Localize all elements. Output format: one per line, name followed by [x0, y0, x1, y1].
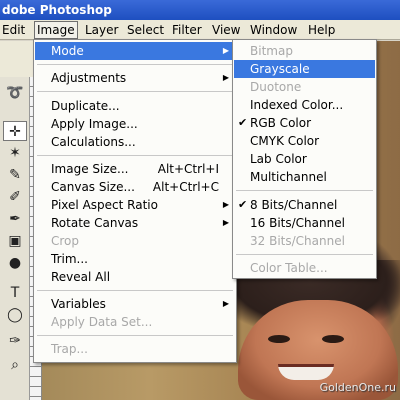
check-icon: ✔ [238, 198, 248, 211]
menu-bar: Edit Image Layer Select Filter View Wind… [0, 20, 400, 40]
menu-item-calculations[interactable]: Calculations... [35, 133, 235, 151]
left-eye [268, 335, 290, 343]
image-menu: Mode ▶ Adjustments ▶ Duplicate... Apply … [33, 39, 237, 363]
menu-item-rotate-canvas[interactable]: Rotate Canvas ▶ [35, 214, 235, 232]
mode-item-color-table[interactable]: Color Table... [234, 259, 375, 277]
mode-item-16-bits[interactable]: 16 Bits/Channel [234, 214, 375, 232]
menu-separator [37, 335, 233, 336]
submenu-arrow-icon: ▶ [222, 299, 229, 308]
toolbox: ➰ ✛ ✶ ✎ ✐ ✒ ▣ ● T ◯ ✑ ⌕ [0, 77, 30, 400]
menu-item-mode[interactable]: Mode ▶ [35, 42, 235, 60]
move-tool-icon[interactable]: ✛ [3, 121, 27, 141]
mode-item-multichannel[interactable]: Multichannel [234, 168, 375, 186]
zoom-tool-icon[interactable]: ⌕ [3, 355, 27, 375]
menu-select[interactable]: Select [127, 22, 164, 38]
mode-item-cmyk-color[interactable]: CMYK Color [234, 132, 375, 150]
healing-brush-tool-icon[interactable]: ✎ [3, 165, 27, 185]
shape-tool-icon[interactable]: ◯ [3, 305, 27, 325]
menu-item-adjustments[interactable]: Adjustments ▶ [35, 69, 235, 87]
right-eye [322, 335, 344, 343]
menu-item-crop[interactable]: Crop [35, 232, 235, 250]
menu-item-trap[interactable]: Trap... [35, 340, 235, 358]
lasso-tool-icon[interactable]: ➰ [3, 83, 27, 103]
menu-item-variables[interactable]: Variables ▶ [35, 295, 235, 313]
submenu-arrow-icon: ▶ [222, 218, 229, 227]
menu-separator [236, 190, 373, 191]
menu-item-reveal-all[interactable]: Reveal All [35, 268, 235, 286]
menu-item-canvas-size[interactable]: Canvas Size... Alt+Ctrl+C [35, 178, 235, 196]
dodge-tool-icon[interactable]: ● [3, 253, 27, 273]
menu-edit[interactable]: Edit [2, 22, 25, 38]
mode-submenu: Bitmap Grayscale Duotone Indexed Color..… [232, 39, 377, 279]
submenu-arrow-icon: ▶ [222, 46, 229, 55]
menu-filter[interactable]: Filter [172, 22, 202, 38]
check-icon: ✔ [238, 116, 248, 129]
menu-item-apply-image[interactable]: Apply Image... [35, 115, 235, 133]
mode-item-duotone[interactable]: Duotone [234, 78, 375, 96]
gradient-tool-icon[interactable]: ▣ [3, 231, 27, 251]
menu-layer[interactable]: Layer [85, 22, 118, 38]
menu-view[interactable]: View [212, 22, 240, 38]
mode-item-8-bits[interactable]: ✔ 8 Bits/Channel [234, 196, 375, 214]
menu-separator [37, 91, 233, 92]
mode-item-indexed-color[interactable]: Indexed Color... [234, 96, 375, 114]
mode-item-grayscale[interactable]: Grayscale [234, 60, 375, 78]
menu-separator [236, 254, 373, 255]
menu-separator [37, 290, 233, 291]
menu-item-image-size[interactable]: Image Size... Alt+Ctrl+I [35, 160, 235, 178]
menu-window[interactable]: Window [250, 22, 297, 38]
submenu-arrow-icon: ▶ [222, 200, 229, 209]
watermark: GoldenOne.ru [319, 381, 396, 394]
menu-item-trim[interactable]: Trim... [35, 250, 235, 268]
menu-item-pixel-aspect-ratio[interactable]: Pixel Aspect Ratio ▶ [35, 196, 235, 214]
menu-help[interactable]: Help [308, 22, 335, 38]
mode-item-bitmap[interactable]: Bitmap [234, 42, 375, 60]
menu-item-duplicate[interactable]: Duplicate... [35, 97, 235, 115]
eyedropper-tool-icon[interactable]: ✑ [3, 331, 27, 351]
mode-item-32-bits[interactable]: 32 Bits/Channel [234, 232, 375, 250]
magic-wand-tool-icon[interactable]: ✶ [3, 143, 27, 163]
menu-separator [37, 155, 233, 156]
type-tool-icon[interactable]: T [3, 283, 27, 303]
submenu-arrow-icon: ▶ [222, 73, 229, 82]
menu-item-apply-data-set[interactable]: Apply Data Set... [35, 313, 235, 331]
history-brush-tool-icon[interactable]: ✒ [3, 209, 27, 229]
brush-tool-icon[interactable]: ✐ [3, 187, 27, 207]
mode-item-lab-color[interactable]: Lab Color [234, 150, 375, 168]
window-title: dobe Photoshop [0, 0, 400, 20]
mouth [278, 364, 334, 380]
menu-separator [37, 64, 233, 65]
mode-item-rgb-color[interactable]: ✔ RGB Color [234, 114, 375, 132]
menu-image[interactable]: Image [34, 21, 78, 39]
